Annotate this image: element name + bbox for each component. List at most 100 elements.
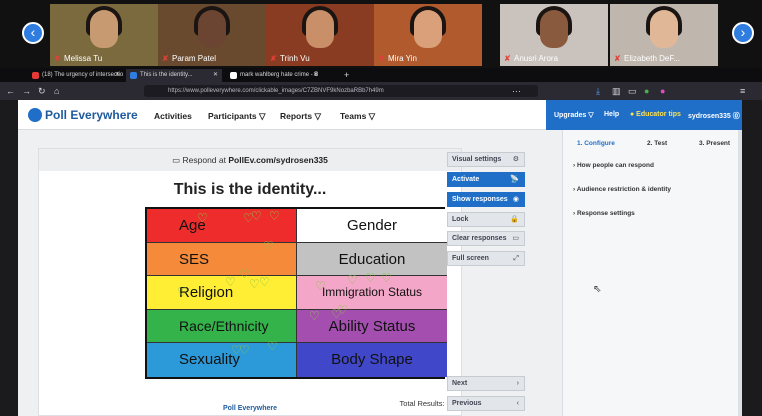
response-pin-icon: ♡ — [177, 285, 188, 299]
page-actions-icon[interactable]: ··· — [512, 85, 521, 97]
response-pin-icon: ♡ — [337, 303, 348, 317]
button-icon: 📡 — [510, 176, 519, 183]
participant-video-tile[interactable]: ✘ Mira Yin — [374, 4, 482, 66]
new-tab-icon[interactable]: + — [330, 69, 349, 82]
educator-tips-link[interactable]: ● Educator tips — [630, 111, 681, 118]
participant-name: Mira Yin — [388, 54, 417, 63]
previous-button[interactable]: Previous ‹ — [447, 396, 525, 411]
response-pin-icon: ♡ — [239, 343, 250, 357]
nav-teams[interactable]: Teams ▽ — [340, 111, 375, 122]
identity-cell[interactable]: Gender — [297, 209, 447, 243]
menu-icon[interactable]: ≡ — [740, 85, 745, 97]
header-right-bar: Upgrades ▽ Help ● Educator tips sydrosen… — [546, 100, 742, 130]
logo[interactable]: Poll Everywhere — [28, 108, 138, 122]
identity-cell[interactable]: SES — [147, 242, 297, 277]
extension-icon[interactable]: ● — [660, 85, 665, 97]
close-tab-icon[interactable]: ✕ — [213, 69, 218, 82]
participant-video-tile[interactable]: ✘ Trinh Vu — [266, 4, 374, 66]
video-strip: ✘ Melissa Tu ✘ Param Patel ✘ Trinh Vu ✘ Mira Yi… — [0, 0, 762, 68]
browser-tab[interactable]: This is the identity... ✕ — [126, 69, 222, 82]
response-pin-icon: ♡ — [251, 209, 262, 223]
close-tab-icon[interactable]: ✕ — [115, 69, 120, 82]
accordion-audience-restriction[interactable]: › Audience restriction & identity — [573, 186, 671, 193]
button-icon: ⤢ — [513, 255, 519, 262]
response-pin-icon: ♡ — [315, 279, 326, 293]
address-bar[interactable]: https://www.polleverywhere.com/clickable… — [144, 85, 538, 97]
button-icon: ⚙ — [512, 156, 519, 163]
upgrades-link[interactable]: Upgrades ▽ — [554, 111, 594, 119]
activate-button[interactable]: Activate 📡 — [447, 172, 525, 187]
download-icon[interactable]: ⤓ — [596, 85, 600, 97]
browser-tab[interactable]: (18) The urgency of intersectio ✕ — [28, 69, 124, 82]
full-screen-button[interactable]: Full screen ⤢ — [447, 251, 525, 266]
reload-icon[interactable]: ↻ — [38, 85, 46, 97]
muted-mic-icon: ✘ — [614, 54, 621, 63]
participant-video-tile[interactable]: ✘ Param Patel — [158, 4, 266, 66]
nav-activities[interactable]: Activities — [154, 111, 192, 121]
participant-face — [650, 10, 678, 48]
tab-title: mark wahlberg hate crime - B — [240, 72, 319, 78]
accordion-label: Audience restriction & identity — [576, 186, 672, 193]
lock-button[interactable]: Lock 🔒 — [447, 212, 525, 227]
button-icon: 🔒 — [510, 216, 519, 223]
home-icon[interactable]: ⌂ — [54, 85, 59, 97]
help-link[interactable]: Help — [604, 111, 619, 118]
participant-video-tile[interactable]: ✘ Melissa Tu — [50, 4, 158, 66]
url-text: https://www.polleverywhere.com/clickable… — [168, 88, 384, 94]
mouse-cursor-icon: ⇖ — [593, 284, 602, 295]
step-configure[interactable]: 1. Configure — [577, 136, 615, 152]
step-tabs: 1. Configure 2. Test 3. Present — [563, 136, 743, 152]
browser-tab[interactable]: mark wahlberg hate crime - B ✕ — [226, 69, 322, 82]
clear-responses-button[interactable]: Clear responses ▭ — [447, 231, 525, 246]
participant-face — [198, 10, 226, 48]
response-pin-icon: ♡ — [365, 271, 376, 285]
logo-icon — [28, 108, 42, 122]
tab-favicon-icon — [230, 72, 237, 79]
response-pin-icon: ♡ — [263, 239, 274, 253]
button-icon: ◉ — [512, 196, 519, 203]
close-tab-icon[interactable]: ✕ — [313, 69, 318, 82]
sidebar-icon[interactable]: ▭ — [628, 85, 637, 97]
nav-participants[interactable]: Participants ▽ — [208, 111, 266, 122]
participant-video-tile[interactable]: ✘ Elizabeth DeF... — [610, 4, 718, 66]
participant-name: Anusri Arora — [514, 54, 559, 63]
library-icon[interactable]: ▥ — [612, 85, 621, 97]
app-header: Poll Everywhere Activities Participants … — [18, 100, 742, 130]
participant-face — [414, 10, 442, 48]
identity-cell[interactable]: Body Shape — [297, 343, 447, 377]
participant-name: Elizabeth DeF... — [624, 54, 681, 63]
clickable-image[interactable]: Age Gender SES Education Religion Immigration… — [145, 207, 447, 379]
muted-mic-icon: ✘ — [162, 54, 169, 63]
participant-face — [90, 10, 118, 48]
next-button[interactable]: Next › — [447, 376, 525, 391]
visual-settings-button[interactable]: Visual settings ⚙ — [447, 152, 525, 167]
button-label: Full screen — [452, 255, 489, 262]
participant-video-tile[interactable]: ✘ Anusri Arora — [500, 4, 608, 66]
button-label: Lock — [452, 216, 469, 223]
response-pin-icon: ♡ — [259, 275, 270, 289]
next-page-arrow-icon[interactable]: › — [732, 22, 754, 44]
participant-face — [306, 10, 334, 48]
show-responses-button[interactable]: Show responses ◉ — [447, 192, 525, 207]
accordion-response-settings[interactable]: › Response settings — [573, 210, 635, 217]
accordion-how-people-respond[interactable]: › How people can respond — [573, 162, 654, 169]
previous-page-arrow-icon[interactable]: ‹ — [22, 22, 44, 44]
step-present[interactable]: 3. Present — [699, 136, 730, 152]
tab-title: This is the identity... — [140, 72, 193, 78]
button-label: Visual settings — [452, 156, 502, 163]
tab-title: (18) The urgency of intersectio — [42, 72, 124, 78]
identity-cell[interactable]: Religion — [147, 276, 297, 310]
response-pin-icon: ♡ — [197, 211, 208, 225]
account-menu[interactable]: sydrosen335 ⓪ — [688, 111, 740, 121]
respond-instructions: ▭ Respond at PollEv.com/sydrosen335 — [39, 149, 461, 171]
accordion-label: Response settings — [576, 210, 635, 217]
nav-reports[interactable]: Reports ▽ — [280, 111, 321, 122]
forward-icon[interactable]: → — [22, 85, 31, 97]
response-pin-icon: ♡ — [309, 309, 320, 323]
step-test[interactable]: 2. Test — [647, 136, 667, 152]
logo-text: Poll Everywhere — [45, 108, 138, 122]
back-icon[interactable]: ← — [6, 85, 15, 97]
muted-mic-icon: ✘ — [378, 54, 385, 63]
extension-icon[interactable]: ● — [644, 85, 649, 97]
participant-name: Trinh Vu — [280, 54, 310, 63]
